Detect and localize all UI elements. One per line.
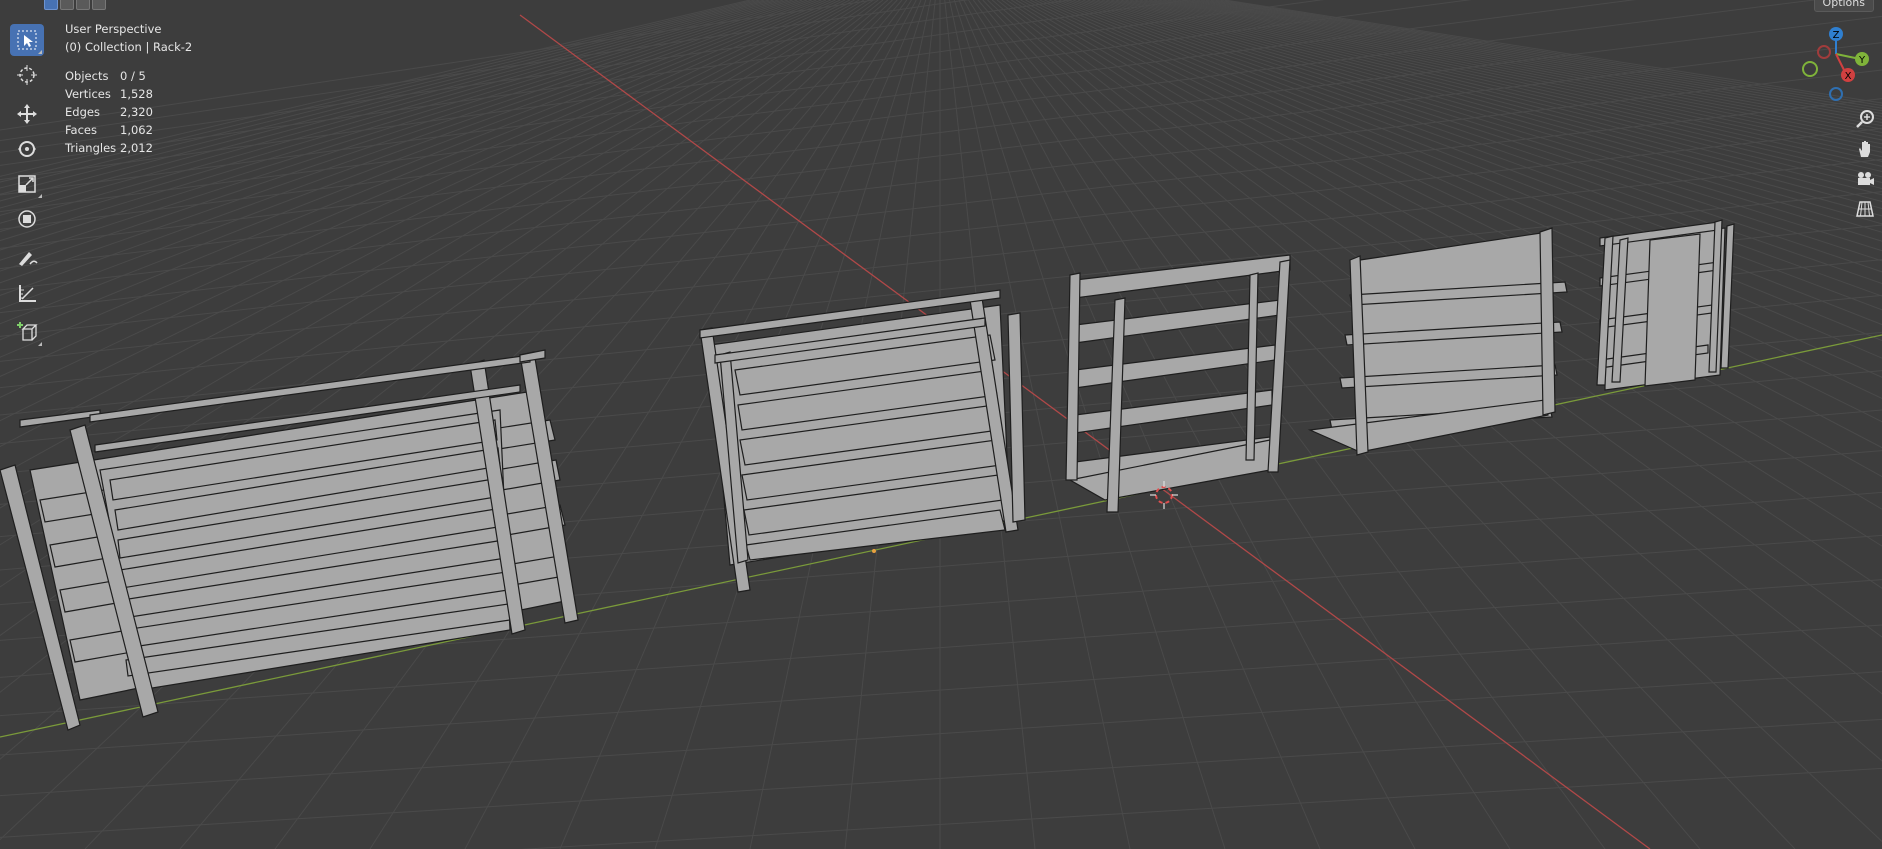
camera-icon <box>1858 172 1874 185</box>
stat-value: 0 / 5 <box>120 69 146 83</box>
gizmo-x-neg-icon[interactable] <box>1817 45 1831 59</box>
transform-tool-button[interactable] <box>10 203 44 235</box>
navigation-gizmo[interactable]: Z Y X <box>1796 24 1876 104</box>
rack-1-mesh[interactable] <box>0 349 579 731</box>
pan-button[interactable] <box>1852 136 1878 162</box>
move-icon <box>17 104 37 124</box>
viewport-navigation <box>1852 106 1882 226</box>
measure-tool-button[interactable] <box>10 277 44 309</box>
stat-row: Vertices 1,528 <box>65 85 153 103</box>
perspective-label: User Perspective <box>65 22 162 36</box>
scene-statistics: Objects 0 / 5 Vertices 1,528 Edges 2,320 Fa… <box>65 67 153 157</box>
move-tool-button[interactable] <box>10 98 44 130</box>
cursor-icon <box>17 65 37 85</box>
add-cube-tool-button[interactable] <box>10 316 44 348</box>
zoom-button[interactable] <box>1852 106 1878 132</box>
stat-value: 2,012 <box>120 141 153 155</box>
collection-label: (0) Collection | Rack-2 <box>65 40 193 54</box>
stat-label: Faces <box>65 123 97 137</box>
gizmo-z-label: Z <box>1833 30 1840 41</box>
select-box-icon <box>17 30 37 50</box>
gizmo-z-neg-icon[interactable] <box>1829 87 1843 101</box>
stat-label: Vertices <box>65 87 111 101</box>
stat-row: Triangles 2,012 <box>65 139 153 157</box>
tool-shelf <box>10 24 46 351</box>
select-box-tool-button[interactable] <box>10 24 44 56</box>
rack-2-mesh[interactable] <box>699 289 1026 593</box>
select-mode-new-icon[interactable] <box>44 0 58 10</box>
grid-view-icon <box>1856 201 1874 217</box>
add-cube-icon <box>17 322 38 341</box>
rack-3-mesh[interactable] <box>1065 254 1291 513</box>
options-button[interactable]: Options <box>1813 0 1874 12</box>
gizmo-y-label: Y <box>1858 55 1866 66</box>
transform-icon <box>18 210 36 228</box>
annotate-icon <box>19 252 38 266</box>
rotate-icon <box>18 141 36 157</box>
measure-icon <box>19 285 36 302</box>
stat-row: Objects 0 / 5 <box>65 67 153 85</box>
stat-label: Objects <box>65 69 109 83</box>
stat-value: 2,320 <box>120 105 153 119</box>
stat-value: 1,062 <box>120 123 153 137</box>
stat-row: Faces 1,062 <box>65 121 153 139</box>
scale-tool-button[interactable] <box>10 168 44 200</box>
3d-viewport[interactable] <box>0 0 1882 849</box>
zoom-icon <box>1856 110 1874 128</box>
gizmo-y-neg-icon[interactable] <box>1802 61 1818 77</box>
annotate-tool-button[interactable] <box>10 242 44 274</box>
toggle-projection-button[interactable] <box>1852 196 1878 222</box>
stat-label: Edges <box>65 105 100 119</box>
header-mode-buttons[interactable] <box>44 0 106 10</box>
scale-icon <box>18 175 36 193</box>
stat-label: Triangles <box>65 141 117 155</box>
gizmo-x-label: X <box>1845 71 1852 82</box>
origin-point <box>872 549 876 553</box>
select-mode-extend-icon[interactable] <box>60 0 74 10</box>
viewport-header: Options <box>0 0 1882 12</box>
viewport-info: User Perspective (0) Collection | Rack-2 <box>65 20 192 56</box>
rack-5-mesh[interactable] <box>1596 219 1735 391</box>
stat-row: Edges 2,320 <box>65 103 153 121</box>
pan-hand-icon <box>1859 141 1870 157</box>
rack-4-mesh[interactable] <box>1307 227 1568 456</box>
rotate-tool-button[interactable] <box>10 133 44 165</box>
camera-view-button[interactable] <box>1852 166 1878 192</box>
select-mode-subtract-icon[interactable] <box>76 0 90 10</box>
cursor-tool-button[interactable] <box>10 59 44 91</box>
stat-value: 1,528 <box>120 87 153 101</box>
select-mode-invert-icon[interactable] <box>92 0 106 10</box>
